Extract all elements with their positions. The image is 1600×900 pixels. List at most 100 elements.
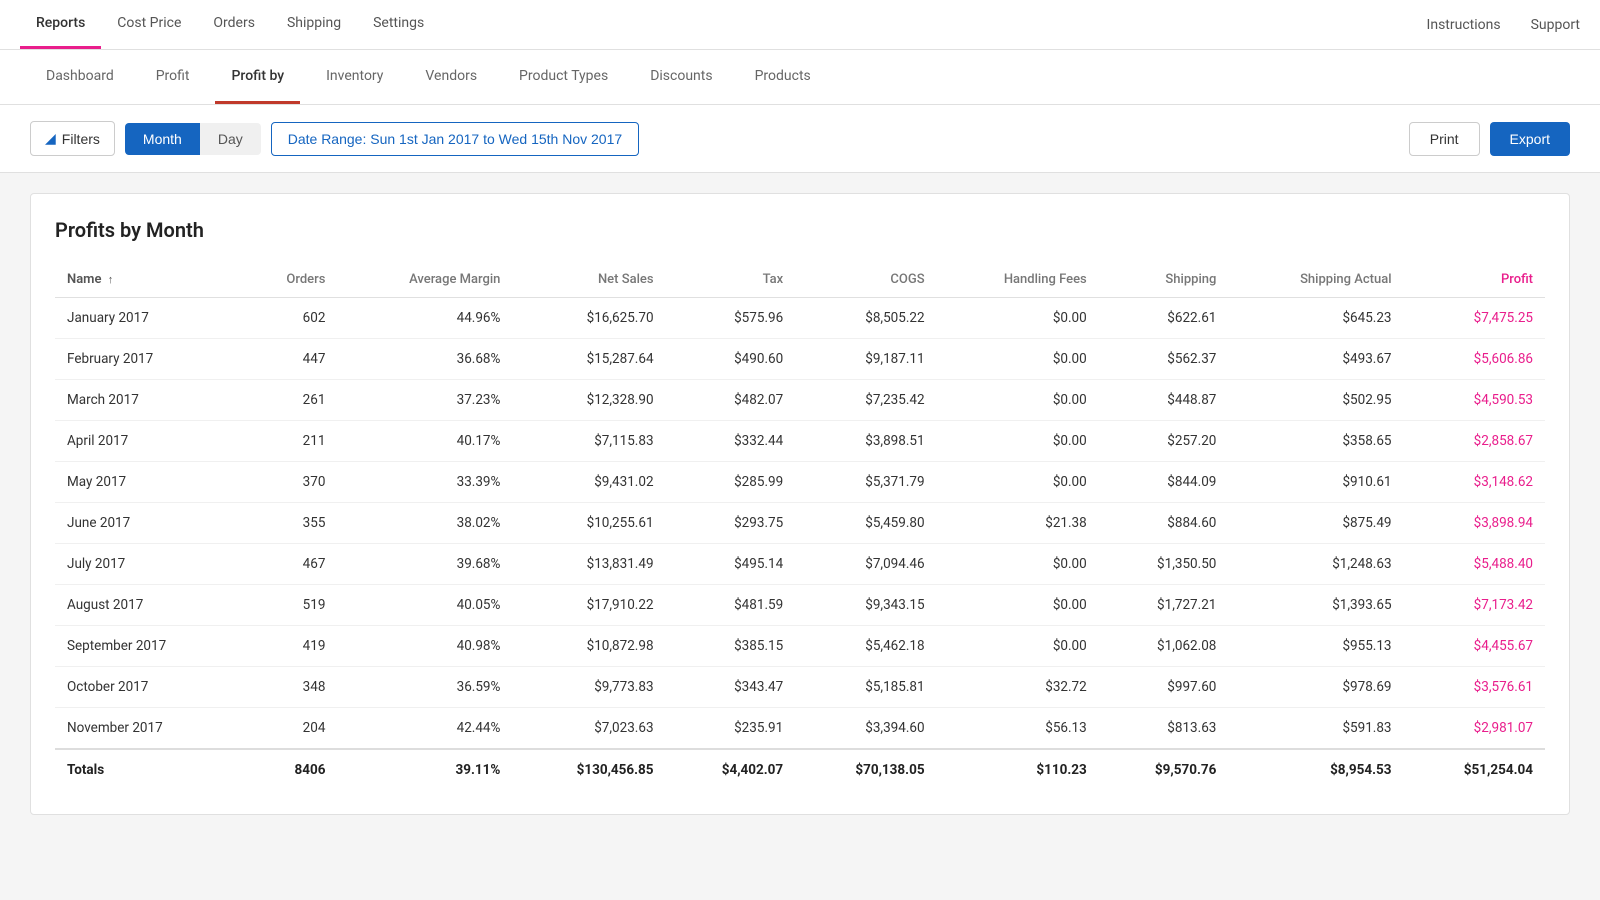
col-header-shipping[interactable]: Shipping [1099, 262, 1229, 298]
cell-shipping-actual: $493.67 [1228, 339, 1403, 380]
cell-shipping: $562.37 [1099, 339, 1229, 380]
cell-net-sales: $15,287.64 [512, 339, 665, 380]
cell-shipping-actual: $1,248.63 [1228, 544, 1403, 585]
cell-profit: $4,455.67 [1404, 626, 1545, 667]
table-row: July 2017 467 39.68% $13,831.49 $495.14 … [55, 544, 1545, 585]
cell-profit: $3,576.61 [1404, 667, 1545, 708]
date-range-button[interactable]: Date Range: Sun 1st Jan 2017 to Wed 15th… [271, 122, 639, 156]
table-row: May 2017 370 33.39% $9,431.02 $285.99 $5… [55, 462, 1545, 503]
cell-handling-fees: $0.00 [937, 380, 1099, 421]
cell-avg-margin: 37.23% [337, 380, 512, 421]
totals-row: Totals 8406 39.11% $130,456.85 $4,402.07… [55, 749, 1545, 790]
col-header-name[interactable]: Name ↑ [55, 262, 242, 298]
cell-orders: 419 [242, 626, 338, 667]
cell-orders: 370 [242, 462, 338, 503]
table-row: April 2017 211 40.17% $7,115.83 $332.44 … [55, 421, 1545, 462]
cell-avg-margin: 38.02% [337, 503, 512, 544]
totals-tax: $4,402.07 [666, 749, 796, 790]
cell-handling-fees: $0.00 [937, 462, 1099, 503]
cell-tax: $495.14 [666, 544, 796, 585]
totals-profit: $51,254.04 [1404, 749, 1545, 790]
cell-net-sales: $13,831.49 [512, 544, 665, 585]
cell-net-sales: $7,115.83 [512, 421, 665, 462]
cell-handling-fees: $0.00 [937, 298, 1099, 339]
cell-shipping: $1,727.21 [1099, 585, 1229, 626]
cell-profit: $5,488.40 [1404, 544, 1545, 585]
sub-tab-discounts[interactable]: Discounts [634, 50, 728, 104]
time-toggle-group: Month Day [125, 123, 261, 155]
sub-tab-products[interactable]: Products [739, 50, 827, 104]
cell-orders: 467 [242, 544, 338, 585]
cell-shipping: $884.60 [1099, 503, 1229, 544]
table-header-row: Name ↑ Orders Average Margin Net Sales T… [55, 262, 1545, 298]
cell-cogs: $3,394.60 [795, 708, 936, 750]
col-header-orders[interactable]: Orders [242, 262, 338, 298]
table-row: November 2017 204 42.44% $7,023.63 $235.… [55, 708, 1545, 750]
print-button[interactable]: Print [1409, 122, 1480, 156]
totals-avg-margin: 39.11% [337, 749, 512, 790]
card-title: Profits by Month [55, 218, 1545, 242]
cell-net-sales: $9,431.02 [512, 462, 665, 503]
totals-shipping: $9,570.76 [1099, 749, 1229, 790]
month-toggle-button[interactable]: Month [125, 123, 200, 155]
cell-profit: $4,590.53 [1404, 380, 1545, 421]
cell-profit: $3,898.94 [1404, 503, 1545, 544]
table-row: January 2017 602 44.96% $16,625.70 $575.… [55, 298, 1545, 339]
nav-tab-shipping[interactable]: Shipping [271, 0, 357, 49]
main-content: Profits by Month Name ↑ Orders Average M… [0, 173, 1600, 835]
totals-handling-fees: $110.23 [937, 749, 1099, 790]
cell-cogs: $5,459.80 [795, 503, 936, 544]
cell-handling-fees: $21.38 [937, 503, 1099, 544]
col-header-net-sales[interactable]: Net Sales [512, 262, 665, 298]
cell-shipping-actual: $875.49 [1228, 503, 1403, 544]
cell-shipping: $844.09 [1099, 462, 1229, 503]
cell-cogs: $9,187.11 [795, 339, 936, 380]
col-header-shipping-actual[interactable]: Shipping Actual [1228, 262, 1403, 298]
toolbar-right: Print Export [1409, 122, 1570, 156]
cell-shipping: $622.61 [1099, 298, 1229, 339]
cell-net-sales: $17,910.22 [512, 585, 665, 626]
sub-tab-inventory[interactable]: Inventory [310, 50, 399, 104]
cell-shipping-actual: $910.61 [1228, 462, 1403, 503]
instructions-link[interactable]: Instructions [1427, 17, 1501, 33]
col-header-profit[interactable]: Profit [1404, 262, 1545, 298]
cell-net-sales: $10,872.98 [512, 626, 665, 667]
cell-shipping-actual: $645.23 [1228, 298, 1403, 339]
cell-cogs: $7,235.42 [795, 380, 936, 421]
cell-name: July 2017 [55, 544, 242, 585]
cell-avg-margin: 40.98% [337, 626, 512, 667]
sub-tab-product-types[interactable]: Product Types [503, 50, 624, 104]
col-header-handling-fees[interactable]: Handling Fees [937, 262, 1099, 298]
cell-shipping: $257.20 [1099, 421, 1229, 462]
col-header-cogs[interactable]: COGS [795, 262, 936, 298]
nav-tab-orders[interactable]: Orders [197, 0, 271, 49]
sub-tab-profit-by[interactable]: Profit by [215, 50, 300, 104]
support-link[interactable]: Support [1531, 17, 1580, 33]
col-header-tax[interactable]: Tax [666, 262, 796, 298]
sub-tab-vendors[interactable]: Vendors [409, 50, 493, 104]
cell-orders: 355 [242, 503, 338, 544]
cell-avg-margin: 36.59% [337, 667, 512, 708]
nav-tab-reports[interactable]: Reports [20, 0, 101, 49]
day-toggle-button[interactable]: Day [200, 123, 261, 155]
filters-button[interactable]: ◢ Filters [30, 121, 115, 156]
sub-tab-dashboard[interactable]: Dashboard [30, 50, 130, 104]
cell-avg-margin: 36.68% [337, 339, 512, 380]
cell-tax: $481.59 [666, 585, 796, 626]
cell-shipping-actual: $978.69 [1228, 667, 1403, 708]
cell-handling-fees: $0.00 [937, 626, 1099, 667]
cell-tax: $285.99 [666, 462, 796, 503]
cell-profit: $2,858.67 [1404, 421, 1545, 462]
col-header-avg-margin[interactable]: Average Margin [337, 262, 512, 298]
cell-shipping: $997.60 [1099, 667, 1229, 708]
nav-tab-cost-price[interactable]: Cost Price [101, 0, 197, 49]
export-button[interactable]: Export [1490, 122, 1570, 156]
cell-orders: 204 [242, 708, 338, 750]
cell-tax: $332.44 [666, 421, 796, 462]
sub-tab-profit[interactable]: Profit [140, 50, 206, 104]
cell-cogs: $3,898.51 [795, 421, 936, 462]
cell-name: May 2017 [55, 462, 242, 503]
cell-cogs: $7,094.46 [795, 544, 936, 585]
nav-tab-settings[interactable]: Settings [357, 0, 440, 49]
cell-shipping: $1,350.50 [1099, 544, 1229, 585]
